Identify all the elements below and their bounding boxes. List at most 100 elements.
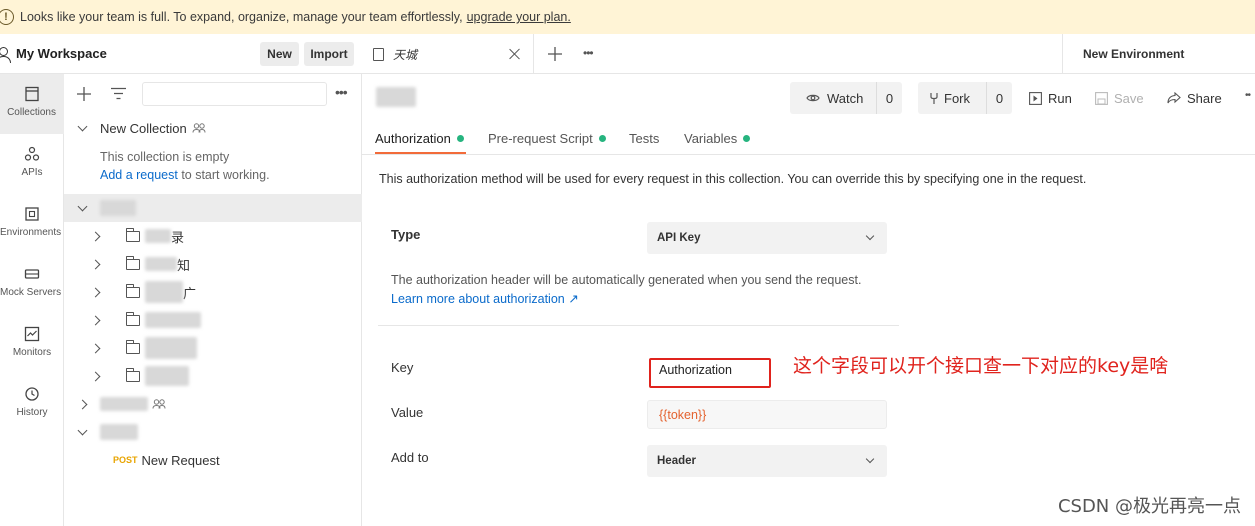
folder-icon: [126, 255, 140, 270]
watch-button[interactable]: Watch 0: [790, 82, 902, 114]
redacted-name: [145, 366, 189, 386]
chevron-right-icon[interactable]: [90, 371, 100, 381]
request-name: New Request: [141, 452, 220, 468]
workspace-title[interactable]: My Workspace: [16, 46, 107, 61]
environment-selector[interactable]: New Environment: [1062, 34, 1255, 74]
upgrade-plan-link[interactable]: upgrade your plan.: [467, 10, 571, 24]
collection-name: New Collection: [100, 120, 187, 136]
folder-row[interactable]: [64, 362, 362, 390]
sidebar-item-monitors[interactable]: Monitors: [0, 314, 64, 374]
folder-name-suffix: 广: [183, 285, 197, 301]
collection-redacted[interactable]: [64, 194, 362, 222]
add-request-link[interactable]: Add a request: [100, 168, 178, 182]
new-tab-icon[interactable]: [548, 47, 562, 61]
auth-type-select[interactable]: API Key: [647, 222, 887, 254]
chevron-down-icon: [865, 454, 875, 464]
sidebar-item-label: Collections: [7, 107, 56, 118]
sidebar-item-label: Mock Servers: [0, 287, 62, 298]
chevron-right-icon[interactable]: [90, 231, 100, 241]
collections-tree: ••• New Collection This collection is em…: [64, 74, 362, 526]
value-label: Value: [391, 405, 424, 420]
apis-icon: [24, 146, 40, 161]
redacted-name: [145, 337, 197, 359]
sidebar-item-environments[interactable]: Environments: [0, 194, 64, 254]
team-full-banner: ! Looks like your team is full. To expan…: [0, 0, 1255, 34]
addto-label: Add to: [391, 450, 429, 465]
tab-prerequest-script[interactable]: Pre-request Script: [488, 131, 606, 146]
chevron-right-icon[interactable]: [90, 315, 100, 325]
sidebar-item-collections[interactable]: Collections: [0, 74, 64, 134]
import-button[interactable]: Import: [304, 42, 354, 66]
filter-icon[interactable]: [111, 87, 126, 100]
authorization-panel: This authorization method will be used f…: [362, 155, 1255, 526]
method-badge: POST: [113, 455, 138, 465]
folder-icon: [126, 367, 140, 382]
new-button[interactable]: New: [260, 42, 299, 66]
redacted-name: [100, 397, 148, 411]
tab-variables[interactable]: Variables: [684, 131, 751, 146]
fork-label: Fork: [944, 90, 970, 106]
addto-select[interactable]: Header: [647, 445, 887, 477]
monitors-icon: [24, 326, 40, 342]
fork-count: 0: [986, 82, 1012, 114]
mock-servers-icon: [24, 269, 40, 279]
redacted-name: [100, 424, 138, 440]
fork-button[interactable]: Fork 0: [918, 82, 1012, 114]
more-icon[interactable]: •••: [335, 84, 348, 100]
share-label: Share: [1187, 90, 1222, 106]
close-icon[interactable]: [509, 48, 521, 60]
tab-request[interactable]: 天城: [362, 34, 534, 74]
value-input[interactable]: {{token}}: [647, 400, 887, 429]
share-button[interactable]: Share: [1167, 82, 1222, 114]
status-dot: [598, 135, 606, 142]
user-icon: [0, 46, 11, 63]
learn-more-link[interactable]: Learn more about authorization ↗: [391, 291, 579, 306]
chevron-down-icon[interactable]: [77, 425, 87, 435]
redacted-collection-title: [376, 87, 416, 107]
highlight-box: [649, 358, 771, 388]
chevron-down-icon[interactable]: [77, 201, 87, 211]
search-input[interactable]: [142, 82, 327, 106]
more-actions-icon[interactable]: ••: [1245, 90, 1251, 101]
folder-row[interactable]: [64, 306, 362, 334]
redacted-name: [100, 200, 136, 216]
tab-more-icon[interactable]: •••: [583, 46, 594, 60]
tab-label: Variables: [684, 131, 738, 146]
environments-icon: [25, 207, 39, 221]
run-icon: [1029, 91, 1042, 105]
sidebar-item-history[interactable]: History: [0, 374, 64, 434]
tab-label: Pre-request Script: [488, 131, 593, 146]
folder-row[interactable]: 录: [64, 222, 362, 250]
collection-redacted[interactable]: [64, 390, 362, 418]
sidebar-item-mock-servers[interactable]: Mock Servers: [0, 254, 64, 314]
watch-count: 0: [876, 82, 902, 114]
run-button[interactable]: Run: [1029, 82, 1072, 114]
folder-row[interactable]: 广: [64, 278, 362, 306]
share-icon: [1167, 92, 1181, 104]
sidebar-rail: Collections APIs Environments Mock Serve…: [0, 74, 64, 526]
watch-label: Watch: [827, 90, 864, 106]
auth-header-note: The authorization header will be automat…: [391, 273, 862, 287]
request-row[interactable]: POST New Request: [64, 446, 362, 474]
folder-row[interactable]: 知: [64, 250, 362, 278]
save-button[interactable]: Save: [1095, 82, 1144, 114]
chevron-right-icon[interactable]: [90, 343, 100, 353]
chevron-right-icon[interactable]: [90, 259, 100, 269]
collection-redacted[interactable]: [64, 418, 362, 446]
chevron-down-icon[interactable]: [77, 121, 87, 131]
chevron-right-icon[interactable]: [90, 287, 100, 297]
collection-new-collection[interactable]: New Collection: [64, 114, 362, 142]
redacted-name: [145, 312, 201, 328]
collection-doc-icon: [373, 47, 384, 61]
folder-row[interactable]: [64, 334, 362, 362]
tab-authorization[interactable]: Authorization: [375, 131, 464, 146]
tab-label: Tests: [629, 131, 660, 146]
plus-icon[interactable]: [77, 87, 91, 101]
tab-tests[interactable]: Tests: [629, 131, 659, 146]
team-icon: [152, 399, 166, 409]
sidebar-item-apis[interactable]: APIs: [0, 134, 64, 194]
fork-icon: [930, 92, 938, 104]
key-label: Key: [391, 360, 414, 375]
collections-icon: [25, 86, 39, 102]
chevron-right-icon[interactable]: [77, 399, 87, 409]
